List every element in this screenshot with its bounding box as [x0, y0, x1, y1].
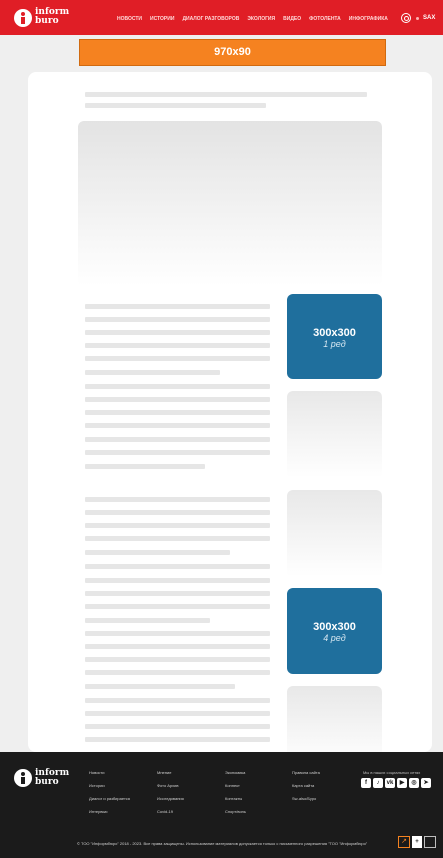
text-placeholder-line: [85, 564, 270, 569]
nav-item-ecology[interactable]: ЭКОЛОГИЯ: [247, 15, 275, 23]
nav-item-stories[interactable]: ИСТОРИИ: [150, 15, 174, 23]
text-placeholder-line: [85, 578, 270, 583]
text-placeholder-line: [85, 356, 270, 361]
footer-logo[interactable]: inform buro: [14, 769, 84, 787]
language-switch[interactable]: SAX: [423, 14, 435, 22]
site-footer: inform buro Новости Истории Диалог и раз…: [0, 752, 443, 858]
text-placeholder-line: [85, 343, 270, 348]
footer-link[interactable]: Диалог и разбирается: [89, 796, 130, 802]
facebook-icon[interactable]: f: [361, 778, 371, 788]
text-placeholder-line: [85, 550, 230, 555]
text-placeholder-line: [85, 497, 270, 502]
ad-size-label: 300x300: [313, 327, 356, 339]
text-placeholder-line: [85, 604, 270, 609]
footer-link[interactable]: Коннект: [225, 783, 240, 789]
text-placeholder-line: [85, 724, 270, 729]
text-placeholder-line: [85, 523, 270, 528]
footer-link[interactable]: Исследования: [157, 796, 184, 802]
sidebar-ad-banner[interactable]: 300x300 1 ред: [287, 294, 382, 379]
nav-item-infographics[interactable]: ИНФОГРАФИКА: [349, 15, 388, 23]
copyright-text: © ТОО "Информбюро" 2018 - 2023. Все прав…: [77, 841, 368, 846]
text-placeholder-line: [85, 304, 270, 309]
ad-size-label: 300x300: [313, 621, 356, 633]
footer-link[interactable]: Правила сайта: [292, 770, 320, 776]
instagram-icon[interactable]: ◎: [409, 778, 419, 788]
arrow-up-icon[interactable]: ↗: [398, 836, 410, 848]
logo-info-icon: [14, 769, 32, 787]
nav-item-photo[interactable]: ФОТОЛЕНТА: [309, 15, 341, 23]
text-placeholder-line: [85, 317, 270, 322]
text-placeholder-line: [85, 437, 270, 442]
footer-link[interactable]: Новости: [89, 770, 104, 776]
text-placeholder-line: [85, 397, 270, 402]
text-placeholder-line: [85, 631, 270, 636]
text-placeholder-line: [85, 737, 270, 742]
youtube-icon[interactable]: ▶: [397, 778, 407, 788]
logo-info-icon: [14, 9, 32, 27]
telegram-icon[interactable]: ➤: [421, 778, 431, 788]
text-placeholder-line: [85, 644, 270, 649]
social-title: Мы в наших социальных сетях: [363, 770, 421, 775]
text-placeholder-line: [85, 711, 270, 716]
footer-link[interactable]: Контакты: [225, 796, 242, 802]
separator-dot: [416, 17, 419, 20]
footer-link[interactable]: Covid-19: [157, 809, 173, 815]
text-placeholder-line: [85, 657, 270, 662]
site-header: inform buro НОВОСТИ ИСТОРИИ ДИАЛОГ РАЗГО…: [0, 0, 443, 35]
text-placeholder-line: [85, 384, 270, 389]
nav-item-dialog[interactable]: ДИАЛОГ РАЗГОВОРОВ: [182, 15, 239, 23]
grid-icon[interactable]: [424, 836, 436, 848]
footer-link[interactable]: Интервью: [89, 809, 108, 815]
text-placeholder-line: [85, 591, 270, 596]
text-placeholder-line: [85, 670, 270, 675]
age-rating-icon: +: [412, 836, 422, 848]
text-placeholder-line: [85, 370, 220, 375]
vk-icon[interactable]: vk: [385, 778, 395, 788]
logo-text: inform buro: [35, 7, 70, 26]
title-placeholder-line: [85, 92, 367, 97]
text-placeholder-line: [85, 423, 270, 428]
text-placeholder-line: [85, 684, 235, 689]
footer-link[interactable]: Экономика: [225, 770, 245, 776]
sidebar-ad-banner[interactable]: 300x300 4 ред: [287, 588, 382, 674]
footer-logo-text: inform buro: [35, 768, 70, 787]
article-card: 300x300 1 ред 300x300 4 ред: [28, 72, 432, 752]
hero-image-placeholder: [78, 121, 382, 286]
text-placeholder-line: [85, 330, 270, 335]
sidebar-card-placeholder: [287, 391, 382, 478]
site-logo[interactable]: inform buro: [14, 7, 80, 27]
nav-item-news[interactable]: НОВОСТИ: [117, 15, 142, 23]
main-nav: НОВОСТИ ИСТОРИИ ДИАЛОГ РАЗГОВОРОВ ЭКОЛОГ…: [117, 15, 396, 23]
top-ad-banner[interactable]: 970x90: [79, 39, 386, 66]
footer-link[interactable]: Мнение: [157, 770, 171, 776]
nav-item-video[interactable]: ВИДЕО: [283, 15, 301, 23]
text-placeholder-line: [85, 510, 270, 515]
ad-note-label: 1 ред: [323, 339, 346, 349]
footer-link[interactable]: Фото Архив: [157, 783, 179, 789]
tiktok-icon[interactable]: ♪: [373, 778, 383, 788]
search-icon[interactable]: [401, 13, 411, 23]
text-placeholder-line: [85, 618, 210, 623]
sidebar-card-placeholder: [287, 490, 382, 577]
footer-link[interactable]: Истории: [89, 783, 105, 789]
text-placeholder-line: [85, 698, 270, 703]
text-placeholder-line: [85, 410, 270, 415]
text-placeholder-line: [85, 464, 205, 469]
footer-link[interactable]: Карта сайта: [292, 783, 314, 789]
text-placeholder-line: [85, 450, 270, 455]
footer-link[interactable]: Sw-also/Буро: [292, 796, 316, 802]
footer-link[interactable]: Спорт/вопь: [225, 809, 246, 815]
sidebar-card-placeholder: [287, 686, 382, 752]
ad-note-label: 4 ред: [323, 633, 346, 643]
text-placeholder-line: [85, 536, 270, 541]
title-placeholder-line: [85, 103, 266, 108]
